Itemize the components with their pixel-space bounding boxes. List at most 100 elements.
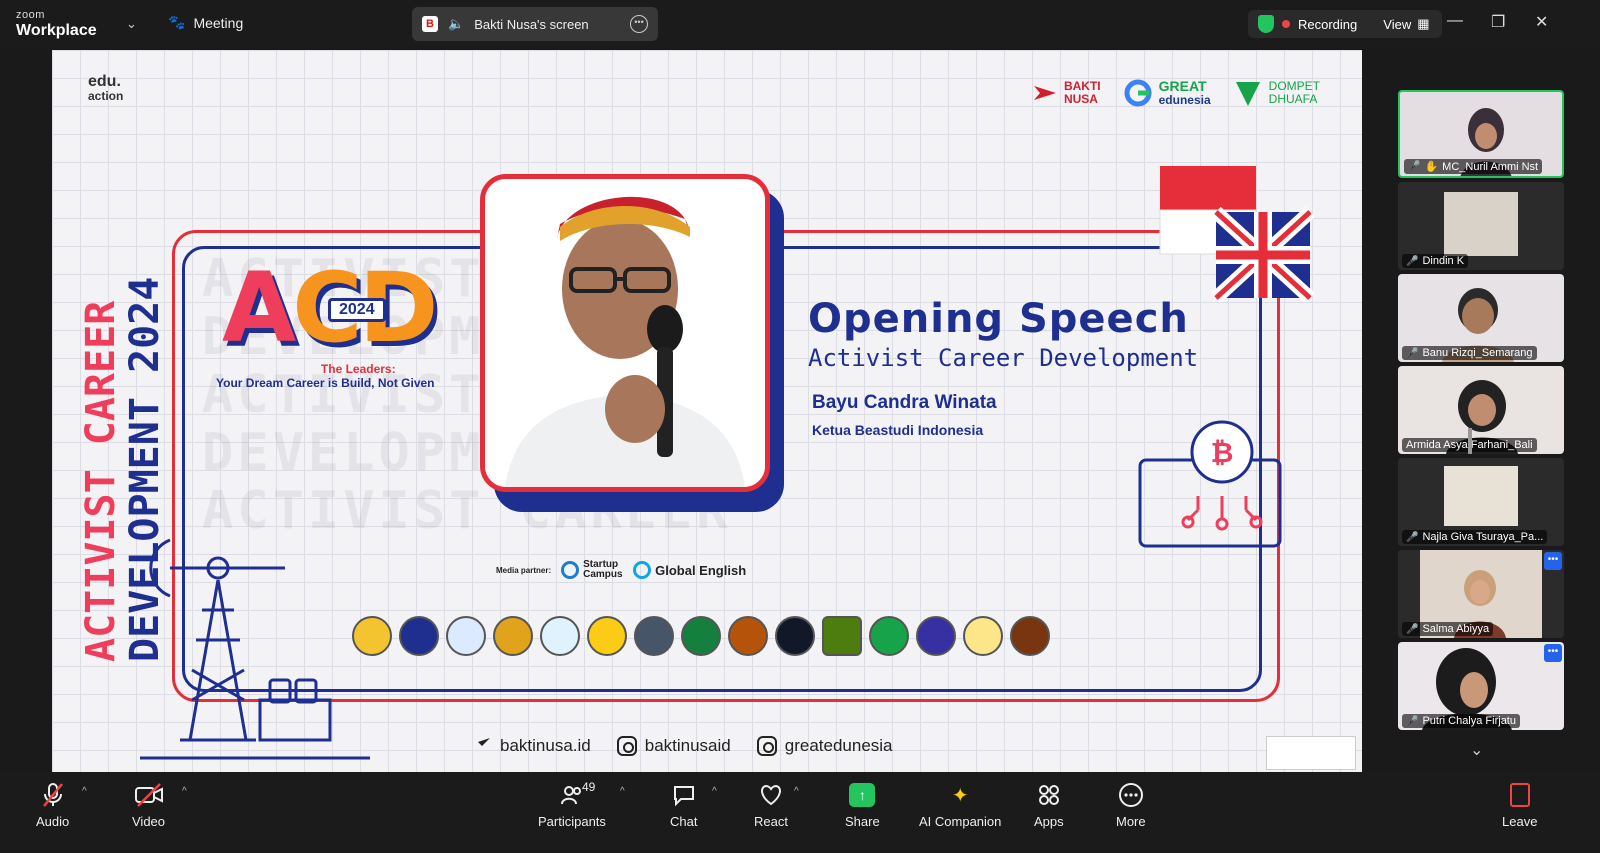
ai-companion-button[interactable]: ✦ AI Companion [919,782,1002,830]
leave-label: Leave [1502,814,1538,829]
more-label: More [1116,814,1146,829]
gallery-resize-handle[interactable] [1468,428,1472,454]
video-tile[interactable]: ••• 🎤 Salma Abiyya [1398,550,1564,638]
participant-name: Najla Giva Tsuraya_Pa... [1422,531,1544,543]
participants-icon: 49 [560,780,595,808]
apps-label: Apps [1034,814,1064,829]
university-logo [540,616,580,656]
acd-year-badge: 2024 [328,298,386,322]
close-icon[interactable]: ✕ [1535,12,1548,32]
university-logo [352,616,392,656]
startup-campus-icon [561,561,580,579]
participant-name: Banu Rizqi_Semarang [1422,347,1533,359]
audio-label: Audio [36,814,70,829]
video-tile[interactable]: Armida Asya Farhani_Bali [1398,366,1564,454]
flags-illustration [1159,166,1315,302]
screen-share-label: Bakti Nusa's screen [474,16,589,32]
video-tile[interactable]: 🎤 Dindin K [1398,182,1564,270]
leave-button[interactable]: Leave [1502,782,1537,829]
participant-name-tag: 🎤 ✋ MC_Nuril Ammi Nst [1404,159,1543,174]
university-logos [352,616,1050,656]
video-tile[interactable]: 🎤 ✋ MC_Nuril Ammi Nst [1398,90,1564,178]
tagline-line2: Your Dream Career is Build, Not Given [216,376,435,390]
chevron-down-icon[interactable]: ⌄ [1470,740,1483,760]
more-options-icon[interactable]: ••• [1544,552,1562,570]
sponsor-line1: GREAT [1158,78,1207,95]
speaker-photo [480,174,770,492]
participants-options-caret[interactable]: ^ [620,786,625,797]
mic-muted-icon [41,782,65,808]
leave-icon [1509,782,1530,808]
chat-options-caret[interactable]: ^ [712,786,717,797]
view-label: View [1383,16,1412,32]
chevron-down-icon[interactable]: ⌄ [126,16,137,32]
recording-label: Recording [1298,16,1358,32]
global-english-icon [633,561,652,579]
screen-share-pill[interactable]: B 🔈 Bakti Nusa's screen ••• [412,7,658,41]
university-logo [869,616,909,656]
footer-instagram-2: greatedunesia [784,736,893,755]
sponsor-logo: GREAT edunesia [1123,78,1211,108]
participants-button[interactable]: 49 Participants [538,780,606,829]
media-partner-label: Media partner: [496,565,552,575]
video-button[interactable]: Video [132,782,165,829]
more-options-icon[interactable]: ••• [1544,644,1562,662]
meeting-menu[interactable]: 🐾 Meeting [168,14,243,31]
restore-icon[interactable]: ❐ [1491,12,1505,32]
audio-options-caret[interactable]: ^ [82,786,87,797]
participant-name: Dindin K [1422,255,1465,267]
speaker-icon: 🔈 [448,16,465,31]
security-shield-icon[interactable] [1258,15,1274,33]
sponsor-line2: NUSA [1063,92,1098,106]
apps-button[interactable]: Apps [1034,782,1064,829]
video-tile[interactable]: 🎤 Najla Giva Tsuraya_Pa... [1398,458,1564,546]
slide-title: Opening Speech [808,296,1189,342]
footer-website: baktinusa.id [500,736,591,755]
more-button[interactable]: More [1116,782,1146,829]
paw-icon: 🐾 [168,14,186,30]
event-badge-logos [1266,736,1356,770]
react-button[interactable]: React [754,782,788,829]
recording-status[interactable]: Recording View ▦ [1248,10,1442,38]
acd-letter-a: A [222,252,296,364]
video-tile[interactable]: ••• 🎤 Putri Chalya Firjatu [1398,642,1564,730]
share-button[interactable]: ↑ Share [845,782,880,829]
slide-title-block: Opening Speech Activist Career Developme… [808,296,1198,438]
minimize-icon[interactable]: — [1447,12,1463,30]
audio-button[interactable]: Audio [36,782,69,829]
react-label: React [754,814,788,829]
sponsor-logo: BAKTI NUSA [1032,80,1101,105]
speaker-portrait [485,179,765,487]
more-icon [1118,782,1144,808]
media-partner-item: Global English [633,561,746,579]
chat-button[interactable]: Chat [670,782,697,829]
university-logo [446,616,486,656]
meeting-label: Meeting [193,14,244,31]
shared-screen: edu. action BAKTI NUSA GREAT edunesia DOMP… [52,50,1362,790]
participant-name: Salma Abiyya [1422,623,1490,635]
footer-item: baktinusaid [616,736,731,756]
speaker-name: Bayu Candra Winata [812,392,997,413]
participant-name: MC_Nuril Ammi Nst [1442,160,1539,173]
app-logo[interactable]: zoom Workplace [16,10,97,39]
participant-name: Putri Chalya Firjatu [1422,715,1516,727]
university-logo [681,616,721,656]
edu-action-logo: edu. action [88,74,123,103]
media-partner-name: Global English [655,562,747,578]
video-tile[interactable]: 🎤 Banu Rizqi_Semarang [1398,274,1564,362]
participant-name-tag: 🎤 Banu Rizqi_Semarang [1402,346,1537,360]
ai-companion-label: AI Companion [919,814,1002,829]
top-bar: zoom Workplace ⌄ 🐾 Meeting B 🔈 Bakti Nus… [0,0,1600,48]
media-partners: Media partner: Startup Campus Global Eng… [496,560,746,580]
university-logo [493,616,533,656]
video-options-caret[interactable]: ^ [182,786,187,797]
react-options-caret[interactable]: ^ [794,786,799,797]
university-logo [1010,616,1050,656]
participant-room-image [1444,192,1518,256]
university-logo [634,616,674,656]
participant-name-tag: 🎤 Najla Giva Tsuraya_Pa... [1402,530,1548,544]
acd-logo: ACD 2024 The Leaders: Your Dream Career … [216,260,438,390]
more-options-icon[interactable]: ••• [630,15,648,33]
sponsor-line2: edunesia [1158,93,1211,108]
view-button[interactable]: View ▦ [1383,16,1429,32]
